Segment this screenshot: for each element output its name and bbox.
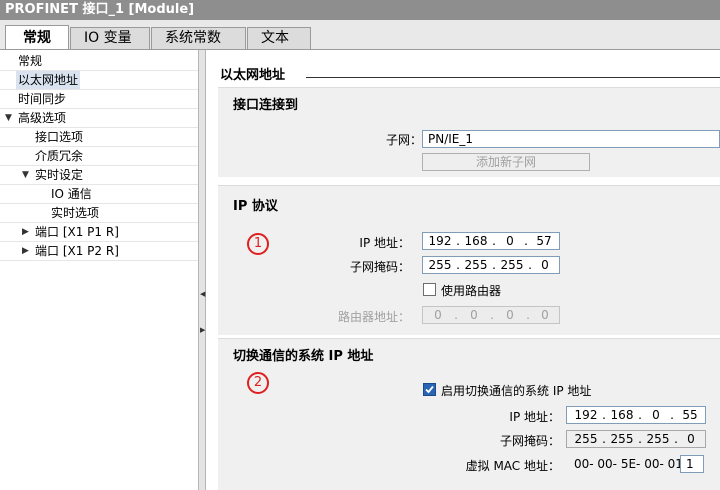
mask-octet: 255: [610, 432, 634, 446]
panel-title: IP 协议: [233, 199, 278, 214]
nav-item-media-redundancy[interactable]: 介质冗余: [0, 147, 198, 166]
nav-item-interface-options[interactable]: 接口选项: [0, 128, 198, 147]
router-octet: 0: [506, 308, 514, 322]
expand-right-icon[interactable]: ▶: [200, 326, 205, 334]
section-heading: 以太网地址: [220, 68, 286, 83]
virtual-mac-suffix: 1: [686, 457, 694, 471]
nav-item-label: 以太网地址: [16, 71, 81, 89]
switch-ip-field[interactable]: 192 . 168 . 0 . 55: [566, 406, 706, 424]
nav-item-port-p1[interactable]: ▶ 端口 [X1 P1 R]: [0, 223, 198, 242]
switched-comm-panel: 切换通信的系统 IP 地址 2 启用切换通信的系统 IP 地址 IP 地址： 1…: [218, 338, 720, 490]
nav-item-realtime-settings[interactable]: ▼ 实时设定: [0, 166, 198, 185]
mask-octet: 255: [646, 432, 670, 446]
tab-system-constants[interactable]: 系统常数: [151, 27, 246, 49]
use-router-label: 使用路由器: [441, 284, 502, 298]
nav-item-label: 接口选项: [35, 130, 84, 144]
ip-octet: 168: [610, 408, 634, 422]
ip-octet: 0: [506, 234, 514, 248]
checkmark-icon: [425, 385, 434, 394]
nav-item-io-communication[interactable]: IO 通信: [0, 185, 198, 204]
ip-octet: 192: [574, 408, 598, 422]
octet-separator: .: [490, 308, 494, 322]
nav-item-label: 介质冗余: [35, 149, 84, 163]
nav-item-label: 实时设定: [35, 168, 84, 182]
ip-octet: 57: [536, 234, 552, 248]
mask-octet: 0: [541, 258, 549, 272]
tab-texts[interactable]: 文本: [247, 27, 311, 49]
ip-octet: 0: [652, 408, 660, 422]
panel-title: 切换通信的系统 IP 地址: [233, 349, 374, 364]
nav-item-label: 高级选项: [18, 111, 67, 125]
panel-title: 接口连接到: [233, 98, 299, 113]
enable-system-ip-label: 启用切换通信的系统 IP 地址: [441, 384, 592, 398]
nav-item-general[interactable]: 常规: [0, 52, 198, 71]
subnet-select[interactable]: PN/IE_1: [422, 130, 720, 148]
navigation-tree: 常规 以太网地址 时间同步 ▼ 高级选项 接口选项 介质冗余 ▼ 实时设定 IO…: [0, 50, 198, 490]
panel-splitter[interactable]: ◀ ▶: [198, 50, 206, 490]
collapse-left-icon[interactable]: ◀: [200, 290, 205, 298]
use-router-checkbox[interactable]: [423, 283, 436, 296]
octet-separator: .: [454, 308, 458, 322]
router-address-label: 路由器地址：: [337, 310, 410, 324]
section-heading-rule: [306, 77, 720, 78]
enable-system-ip-checkbox[interactable]: [423, 383, 436, 396]
ip-octet: 55: [682, 408, 698, 422]
nav-item-port-p2[interactable]: ▶ 端口 [X1 P2 R]: [0, 242, 198, 261]
interface-panel: 接口连接到 子网： PN/IE_1 添加新子网: [218, 87, 720, 177]
mask-octet: 255: [500, 258, 524, 272]
nav-item-ethernet-address[interactable]: 以太网地址: [0, 71, 198, 90]
nav-item-advanced-options[interactable]: ▼ 高级选项: [0, 109, 198, 128]
mask-octet: 255: [428, 258, 452, 272]
callout-2: 2: [247, 372, 269, 394]
subnet-mask-label: 子网掩码：: [349, 260, 410, 274]
expanded-triangle-icon[interactable]: ▼: [22, 166, 29, 184]
collapsed-triangle-icon[interactable]: ▶: [22, 242, 29, 260]
ip-address-label: IP 地址：: [359, 236, 410, 250]
nav-item-label: IO 通信: [51, 187, 92, 201]
virtual-mac-label: 虚拟 MAC 地址：: [465, 459, 560, 473]
nav-item-time-sync[interactable]: 时间同步: [0, 90, 198, 109]
add-subnet-button[interactable]: 添加新子网: [422, 153, 590, 171]
router-octet: 0: [470, 308, 478, 322]
properties-content: 以太网地址 接口连接到 子网： PN/IE_1 添加新子网 IP 协议 1 IP…: [206, 50, 720, 490]
virtual-mac-suffix-field[interactable]: 1: [680, 455, 704, 473]
tab-strip: 常规 IO 变量 系统常数 文本: [0, 20, 720, 50]
mask-octet: 255: [464, 258, 488, 272]
subnet-value: PN/IE_1: [428, 132, 474, 146]
router-octet: 0: [434, 308, 442, 322]
subnet-mask-field[interactable]: 255 . 255 . 255 . 0: [422, 256, 560, 274]
virtual-mac-prefix: 00- 00- 5E- 00- 01-: [574, 457, 688, 471]
nav-item-label: 端口 [X1 P1 R]: [35, 225, 119, 239]
nav-item-label: 端口 [X1 P2 R]: [35, 244, 119, 258]
ip-address-field[interactable]: 192 . 168 . 0 . 57: [422, 232, 560, 250]
switch-mask-field[interactable]: 255 . 255 . 255 . 0: [566, 430, 706, 448]
octet-separator: .: [526, 308, 530, 322]
collapsed-triangle-icon[interactable]: ▶: [22, 223, 29, 241]
callout-1: 1: [247, 233, 269, 255]
nav-item-realtime-options[interactable]: 实时选项: [0, 204, 198, 223]
mask-octet: 0: [687, 432, 695, 446]
switch-mask-label: 子网掩码：: [499, 434, 560, 448]
nav-item-label: 时间同步: [18, 92, 67, 106]
expanded-triangle-icon[interactable]: ▼: [5, 109, 12, 127]
ip-octet: 168: [464, 234, 488, 248]
tab-general[interactable]: 常规: [5, 25, 69, 50]
subnet-label: 子网：: [385, 133, 422, 147]
window-title: PROFINET 接口_1 [Module]: [0, 0, 720, 20]
router-octet: 0: [541, 308, 549, 322]
router-address-field[interactable]: 0 . 0 . 0 . 0: [422, 306, 560, 324]
ip-protocol-panel: IP 协议 1 IP 地址： 192 . 168 . 0 . 57 子网掩码： …: [218, 185, 720, 335]
tab-io-tags[interactable]: IO 变量: [70, 27, 150, 49]
switch-ip-label: IP 地址：: [509, 410, 560, 424]
nav-item-label: 常规: [18, 54, 43, 68]
mask-octet: 255: [574, 432, 598, 446]
ip-octet: 192: [428, 234, 452, 248]
nav-item-label: 实时选项: [51, 206, 100, 220]
